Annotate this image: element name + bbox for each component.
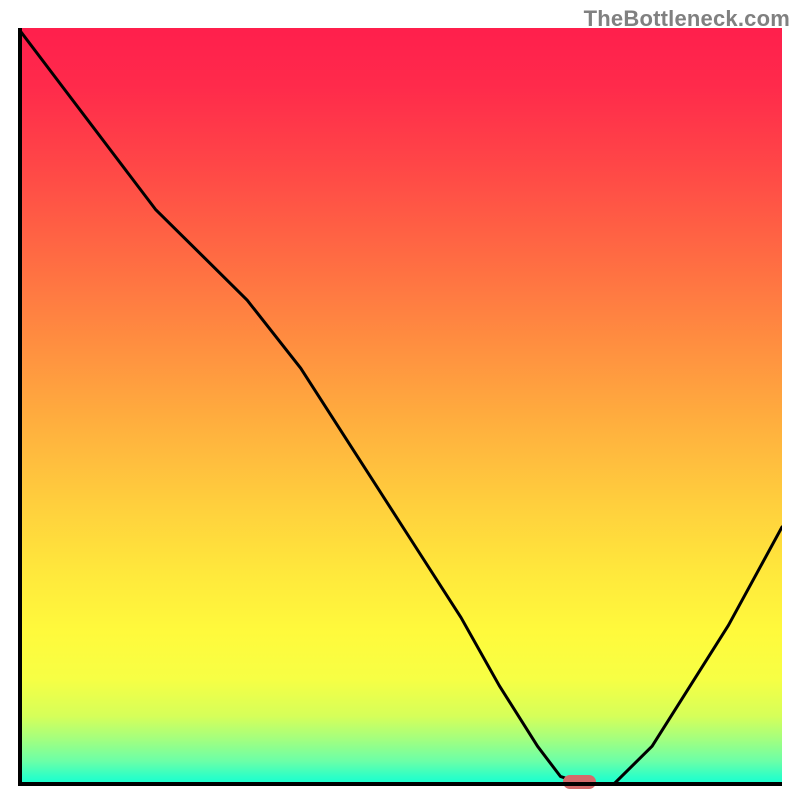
x-axis	[18, 782, 782, 786]
bottleneck-curve	[18, 28, 782, 784]
y-axis	[18, 28, 22, 784]
chart-container: TheBottleneck.com	[0, 0, 800, 800]
watermark-text: TheBottleneck.com	[584, 6, 790, 32]
